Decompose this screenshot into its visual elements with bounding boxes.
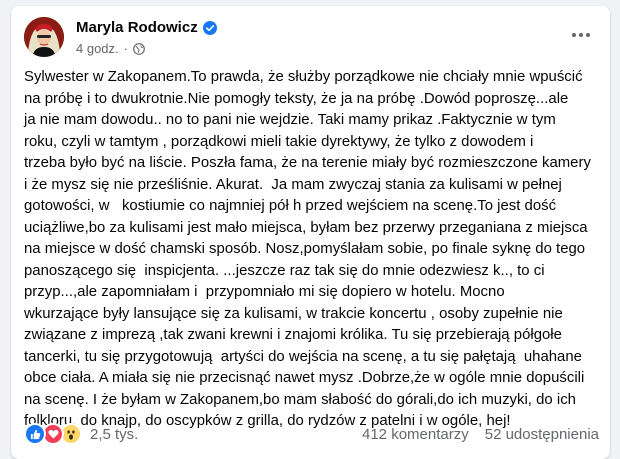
post-text-line: panoszącego się inspicjenta. ...jeszcze … [24,262,545,279]
reactions-summary[interactable]: 2,5 tys. [24,423,138,445]
meta-separator: · [123,41,128,56]
globe-icon[interactable] [133,42,145,55]
more-options-button[interactable] [565,19,597,51]
post-text-line: na scenę. I że byłam w Zakopanem,bo mam … [24,391,576,408]
post-text-line: gotowości, w kostiumie co najmniej pół h… [24,198,557,214]
post-footer: 2,5 tys. 412 komentarzy 52 udostępnienia [24,420,599,448]
post-card: Maryla Rodowicz 4 godz. · Sylwester w Za… [11,6,610,459]
post-text-line: Sylwester w Zakopanem.To prawda, że służ… [24,69,583,85]
author-name[interactable]: Maryla Rodowicz [76,19,198,36]
shares-count-link[interactable]: 52 udostępnienia [485,426,599,443]
post-text-line: obce ciała. A miała się nie przecisnąć n… [24,370,585,386]
post-text-line: przyp...,ale zapomniałam i przypomniało … [24,284,505,300]
post-text-line: roku, czyli w tamtym , porządkowi mieli … [24,133,534,150]
post-text: Sylwester w Zakopanem.To prawda, że służ… [24,67,600,433]
post-header: Maryla Rodowicz 4 godz. · [24,17,599,61]
post-text-line: wkurzające były lansujące się za kulisam… [24,305,563,322]
reaction-count: 2,5 tys. [90,425,139,443]
author-avatar[interactable] [24,17,64,57]
post-text-line: uciążliwe,bo za kulisami jest mało miejs… [24,219,588,236]
comments-count-link[interactable]: 412 komentarzy [362,426,469,443]
post-text-line: tancerki, tu się przygotowują artyści do… [24,348,582,365]
more-dots-icon [572,33,590,37]
post-text-line: na próbę i to dwukrotnie.Nie pomogły tek… [24,90,569,107]
post-text-line: ja nie mam dowodu.. no to pani nie wejdz… [24,112,556,128]
like-icon [24,423,46,445]
post-text-line: na miejsce w dość chamski sposób. Nosz,p… [24,241,586,257]
post-text-line: i że mysz się nie prześliśnie. Akurat. J… [24,176,562,193]
verified-badge-icon [202,20,217,35]
post-text-line: związane z imprezą ,tak zwani krewni i z… [24,327,562,343]
post-timestamp[interactable]: 4 godz. [76,41,119,56]
post-text-line: trzeba było być na liście. Poszła fama, … [24,155,591,171]
